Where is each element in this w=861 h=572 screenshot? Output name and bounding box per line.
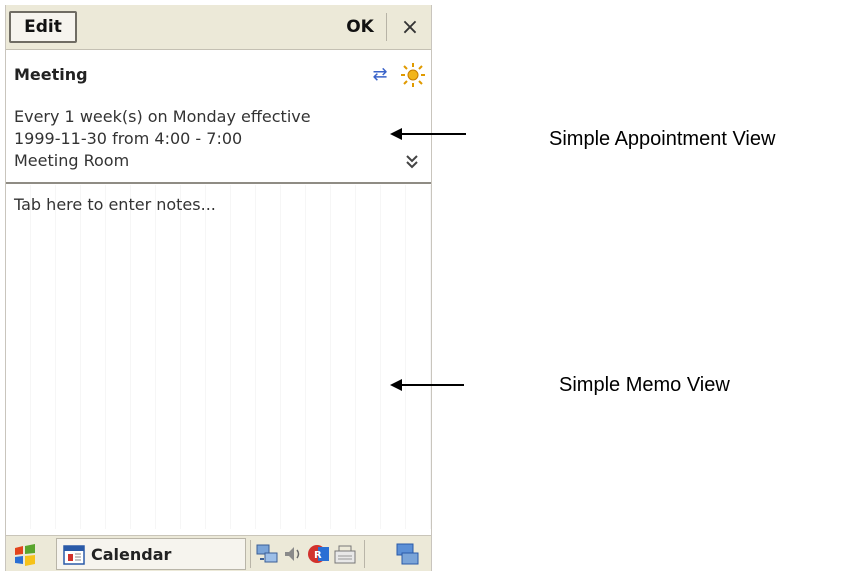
appointment-view-caption: Simple Appointment View <box>549 128 776 150</box>
appointment-summary[interactable]: Meeting ⇄ Every 1 week(s) on Monday effe… <box>6 50 431 184</box>
calendar-label: Calendar <box>91 545 172 564</box>
edit-button[interactable]: Edit <box>9 11 77 43</box>
taskbar-calendar-button[interactable]: Calendar <box>56 538 246 570</box>
tray-divider <box>250 540 251 568</box>
desktop-switch-icon[interactable] <box>394 541 420 567</box>
reminder-sun-icon <box>401 63 425 87</box>
device-screen: Edit OK × Meeting ⇄ Every 1 week(s) on M… <box>5 5 432 571</box>
calendar-icon <box>63 545 85 565</box>
taskbar: Calendar R <box>6 535 431 571</box>
recurrence-text: Every 1 week(s) on Monday effective <box>14 107 311 126</box>
volume-icon[interactable] <box>280 541 306 567</box>
date-time-text: 1999-11-30 from 4:00 - 7:00 <box>14 129 243 148</box>
notes-area[interactable]: Tab here to enter notes... <box>6 185 431 529</box>
recurrence-icon: ⇄ <box>372 64 388 85</box>
close-button[interactable]: × <box>390 11 430 43</box>
tray-divider <box>364 540 365 568</box>
notes-placeholder: Tab here to enter notes... <box>14 195 216 214</box>
network-connection-icon[interactable] <box>254 541 280 567</box>
appointment-view-arrow <box>390 128 466 140</box>
svg-text:R: R <box>314 550 322 561</box>
input-panel-icon[interactable]: R <box>306 541 332 567</box>
toolbar-divider <box>386 13 387 41</box>
location-text: Meeting Room <box>14 151 130 170</box>
memo-view-arrow <box>390 379 464 391</box>
keyboard-icon[interactable] <box>332 541 358 567</box>
ok-button[interactable]: OK <box>336 11 384 43</box>
expand-chevron-icon[interactable] <box>404 154 420 172</box>
appointment-title: Meeting <box>14 65 88 84</box>
start-windows-icon[interactable] <box>12 542 38 568</box>
memo-view-caption: Simple Memo View <box>559 374 730 396</box>
command-bar: Edit OK × <box>6 5 431 50</box>
